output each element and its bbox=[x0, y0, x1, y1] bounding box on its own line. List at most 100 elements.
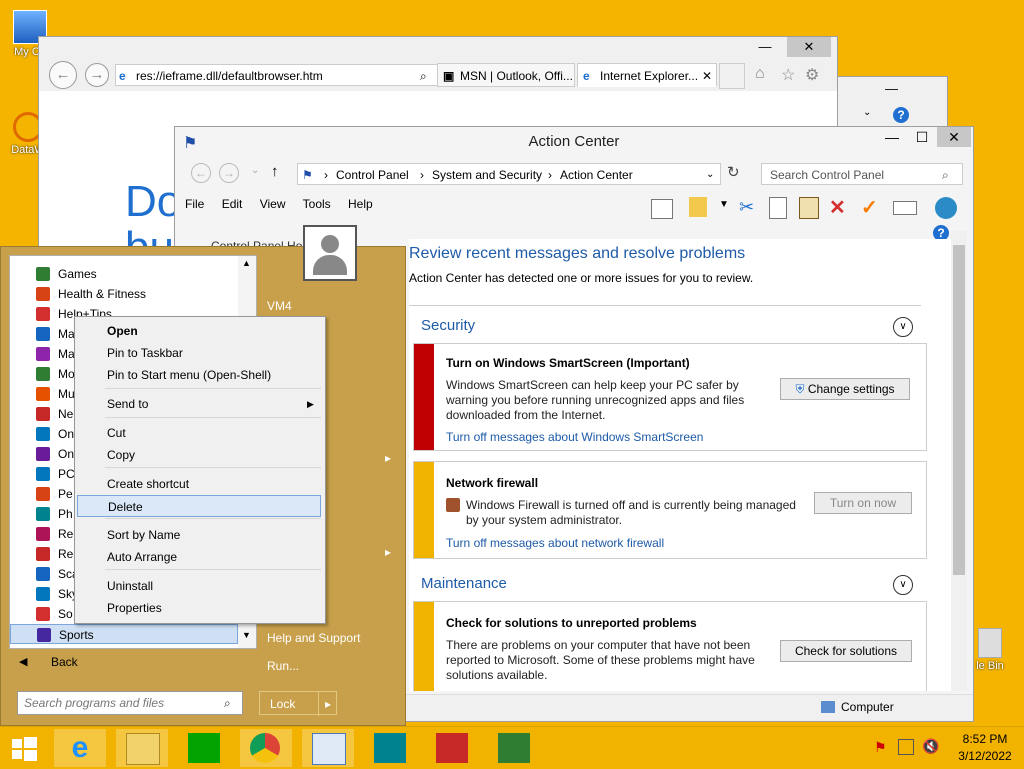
context-menu-item[interactable]: Pin to Taskbar bbox=[77, 342, 321, 364]
cut-icon[interactable]: ✂ bbox=[739, 197, 754, 218]
start-right-item[interactable]: Run... bbox=[267, 659, 397, 673]
background-window[interactable]: — ⌄ ? bbox=[834, 76, 948, 130]
address-bar[interactable]: ⚑ › Control Panel › System and Security … bbox=[297, 163, 721, 185]
chevron-down-icon[interactable]: ▼ bbox=[719, 199, 729, 210]
minimize-icon[interactable]: — bbox=[743, 37, 787, 57]
scrollbar[interactable] bbox=[951, 231, 967, 691]
turn-off-smartscreen-messages-link[interactable]: Turn off messages about Windows SmartScr… bbox=[446, 430, 703, 444]
scrollbar-thumb[interactable] bbox=[953, 245, 965, 575]
security-heading[interactable]: Security bbox=[421, 317, 475, 334]
search-icon[interactable]: ⌕ bbox=[420, 65, 427, 87]
chevron-down-icon[interactable]: ⌄ bbox=[863, 107, 871, 118]
program-item[interactable]: Games bbox=[10, 264, 238, 284]
taskbar-store[interactable] bbox=[178, 729, 230, 767]
context-menu-item[interactable]: Copy bbox=[77, 444, 321, 466]
recent-locations-icon[interactable]: ⌄ bbox=[251, 165, 259, 176]
chevron-down-icon[interactable]: ⌄ bbox=[706, 164, 714, 186]
taskbar-chrome[interactable] bbox=[240, 729, 292, 767]
change-settings-button[interactable]: ⛨ Change settings bbox=[780, 378, 910, 400]
help-icon[interactable]: ? bbox=[893, 107, 909, 123]
close-icon[interactable]: ✕ bbox=[787, 37, 831, 57]
forward-icon[interactable]: → bbox=[85, 63, 109, 87]
context-menu-item[interactable]: Send to ▶ bbox=[77, 393, 321, 415]
volume-muted-icon[interactable]: 🔇 bbox=[922, 738, 939, 755]
context-menu-item[interactable]: Pin to Start menu (Open-Shell) bbox=[77, 364, 321, 386]
breadcrumb-system-security[interactable]: System and Security bbox=[432, 164, 542, 186]
user-avatar[interactable] bbox=[303, 225, 357, 281]
taskbar-food-app[interactable] bbox=[364, 729, 416, 767]
start-right-item[interactable]: VM4 bbox=[267, 299, 397, 313]
action-center-flag-icon[interactable]: ⚑ bbox=[874, 739, 887, 756]
context-menu-item[interactable]: Open bbox=[77, 320, 321, 342]
scroll-up-icon[interactable]: ▲ bbox=[242, 258, 251, 268]
menu-help[interactable]: Help bbox=[348, 197, 373, 211]
maximize-icon[interactable]: ☐ bbox=[907, 127, 937, 147]
home-icon[interactable]: ⌂ bbox=[755, 65, 765, 83]
taskbar-reader-app[interactable] bbox=[426, 729, 478, 767]
ie-address-bar[interactable]: e res://ieframe.dll/defaultbrowser.htm ⌕… bbox=[115, 64, 469, 86]
lock-button[interactable]: Lock ▸ bbox=[259, 691, 337, 716]
menu-view[interactable]: View bbox=[260, 197, 286, 211]
check-for-solutions-button[interactable]: Check for solutions bbox=[780, 640, 912, 662]
copy-icon[interactable] bbox=[769, 197, 787, 219]
start-right-item[interactable]: Help and Support bbox=[267, 631, 397, 645]
close-icon[interactable]: ✕ bbox=[937, 127, 971, 147]
up-arrow-icon[interactable]: ↑ bbox=[271, 163, 279, 180]
close-tab-icon[interactable]: ✕ bbox=[702, 64, 712, 86]
ie-tab-msn[interactable]: ▣ MSN | Outlook, Offi... bbox=[437, 63, 575, 87]
context-menu-item[interactable]: Delete bbox=[77, 495, 321, 517]
context-menu-item[interactable]: Cut bbox=[77, 422, 321, 444]
program-icon bbox=[36, 367, 50, 381]
taskbar-finance-app[interactable] bbox=[488, 729, 540, 767]
context-menu-item[interactable]: Create shortcut bbox=[77, 473, 321, 495]
layout-icon[interactable] bbox=[651, 199, 673, 219]
search-input[interactable]: Search Control Panel ⌕ bbox=[761, 163, 963, 185]
network-icon[interactable] bbox=[898, 739, 914, 755]
taskbar-internet-explorer[interactable]: e bbox=[54, 729, 106, 767]
taskbar-control-panel[interactable] bbox=[302, 729, 354, 767]
turn-off-firewall-messages-link[interactable]: Turn off messages about network firewall bbox=[446, 536, 664, 550]
back-button[interactable]: Back bbox=[51, 655, 78, 669]
breadcrumb-control-panel[interactable]: Control Panel bbox=[336, 164, 409, 186]
program-item[interactable]: Sports bbox=[10, 624, 238, 644]
context-menu-item[interactable]: Auto Arrange bbox=[77, 546, 321, 568]
breadcrumb-action-center[interactable]: Action Center bbox=[560, 164, 633, 186]
clock-time[interactable]: 8:52 PM bbox=[950, 732, 1020, 746]
gear-icon[interactable]: ⚙ bbox=[805, 65, 819, 85]
minimize-icon[interactable]: — bbox=[877, 127, 907, 147]
menu-tools[interactable]: Tools bbox=[303, 197, 331, 211]
taskbar-file-explorer[interactable] bbox=[116, 729, 168, 767]
folder-options-icon[interactable] bbox=[689, 197, 707, 217]
program-item[interactable]: Health & Fitness bbox=[10, 284, 238, 304]
chevron-down-icon[interactable]: ∨ bbox=[893, 317, 913, 337]
properties-icon[interactable] bbox=[893, 201, 917, 215]
minimize-icon[interactable]: — bbox=[885, 81, 898, 96]
chevron-right-icon: ▸ bbox=[385, 545, 392, 559]
start-button[interactable] bbox=[0, 729, 52, 767]
chevron-down-icon[interactable]: ∨ bbox=[893, 575, 913, 595]
refresh-icon[interactable]: ↻ bbox=[727, 163, 740, 181]
scroll-down-icon[interactable]: ▼ bbox=[242, 630, 251, 640]
checkmark-icon[interactable]: ✓ bbox=[861, 195, 878, 220]
back-arrow-icon[interactable]: ◀ bbox=[19, 655, 27, 668]
context-menu-item[interactable]: Properties bbox=[77, 597, 321, 619]
context-menu-item[interactable]: Uninstall bbox=[77, 575, 321, 597]
back-icon[interactable]: ← bbox=[191, 163, 211, 183]
delete-icon[interactable]: ✕ bbox=[829, 195, 846, 220]
menu-edit[interactable]: Edit bbox=[222, 197, 243, 211]
ie-tab-internet-explorer[interactable]: e Internet Explorer... ✕ bbox=[577, 63, 717, 87]
chevron-right-icon[interactable]: ▸ bbox=[318, 692, 331, 716]
favorites-star-icon[interactable]: ☆ bbox=[781, 65, 795, 85]
maintenance-heading[interactable]: Maintenance bbox=[421, 575, 507, 592]
paste-icon[interactable] bbox=[799, 197, 819, 219]
new-tab-button[interactable] bbox=[719, 63, 745, 89]
turn-on-now-button[interactable]: Turn on now bbox=[814, 492, 912, 514]
menu-file[interactable]: File bbox=[185, 197, 204, 211]
clock-date[interactable]: 3/12/2022 bbox=[950, 749, 1020, 763]
back-icon[interactable]: ← bbox=[49, 61, 77, 89]
forward-icon[interactable]: → bbox=[219, 163, 239, 183]
start-search-input[interactable]: Search programs and files ⌕ bbox=[17, 691, 243, 715]
control-panel-icon bbox=[312, 733, 346, 765]
globe-icon[interactable] bbox=[935, 197, 957, 219]
context-menu-item[interactable]: Sort by Name bbox=[77, 524, 321, 546]
